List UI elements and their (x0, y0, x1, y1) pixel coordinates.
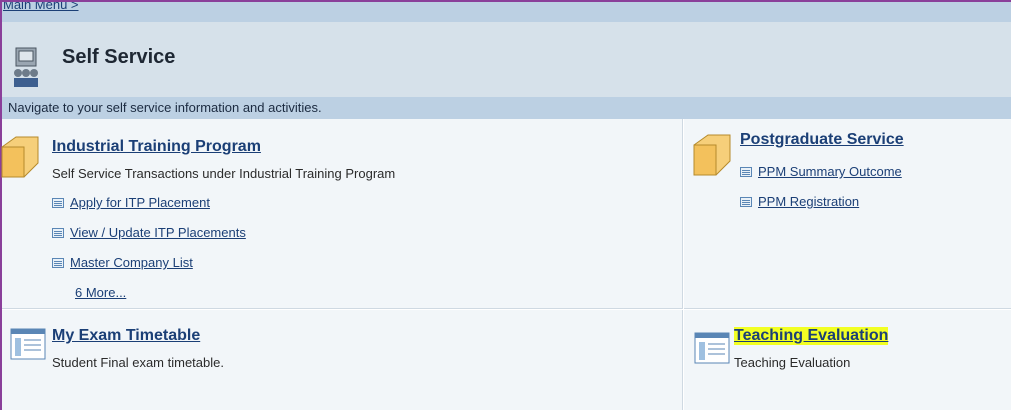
page-title: Self Service (62, 46, 176, 68)
section-exam-timetable: My Exam Timetable Student Final exam tim… (2, 310, 683, 410)
section-industrial-training: Industrial Training Program Self Service… (1, 119, 683, 309)
list-item-icon (52, 198, 64, 208)
breadcrumb-main-menu-link[interactable]: Main Menu > (3, 2, 79, 12)
list-item-icon (740, 197, 752, 207)
folder-icon (1, 136, 39, 178)
industrial-training-link[interactable]: Industrial Training Program (52, 138, 261, 156)
ppm-registration-link[interactable]: PPM Registration (740, 194, 859, 209)
teaching-evaluation-description: Teaching Evaluation (734, 355, 851, 370)
section-teaching-evaluation: Teaching Evaluation Teaching Evaluation (684, 310, 1011, 410)
page-subtitle: Navigate to your self service informatio… (2, 97, 1011, 119)
master-company-list-link[interactable]: Master Company List (52, 255, 193, 270)
postgraduate-service-link[interactable]: Postgraduate Service (740, 131, 904, 149)
industrial-more-link[interactable]: 6 More... (75, 285, 126, 300)
page-icon (10, 328, 46, 360)
industrial-training-description: Self Service Transactions under Industri… (52, 166, 396, 181)
ppm-summary-outcome-link[interactable]: PPM Summary Outcome (740, 164, 902, 179)
list-item-icon (52, 228, 64, 238)
my-exam-timetable-link[interactable]: My Exam Timetable (52, 327, 200, 345)
teaching-evaluation-link[interactable]: Teaching Evaluation (734, 327, 889, 345)
self-service-icon (14, 47, 38, 87)
folder-icon (693, 134, 731, 176)
list-item-icon (52, 258, 64, 268)
section-postgraduate-service: Postgraduate Service PPM Summary Outcome… (684, 119, 1011, 309)
my-exam-timetable-description: Student Final exam timetable. (52, 355, 224, 370)
view-update-itp-placements-link[interactable]: View / Update ITP Placements (52, 225, 246, 240)
breadcrumb: Main Menu > (2, 2, 1011, 22)
list-item-icon (740, 167, 752, 177)
page-header: Self Service (2, 22, 1011, 97)
page-icon (694, 332, 730, 364)
apply-itp-placement-link[interactable]: Apply for ITP Placement (52, 195, 210, 210)
